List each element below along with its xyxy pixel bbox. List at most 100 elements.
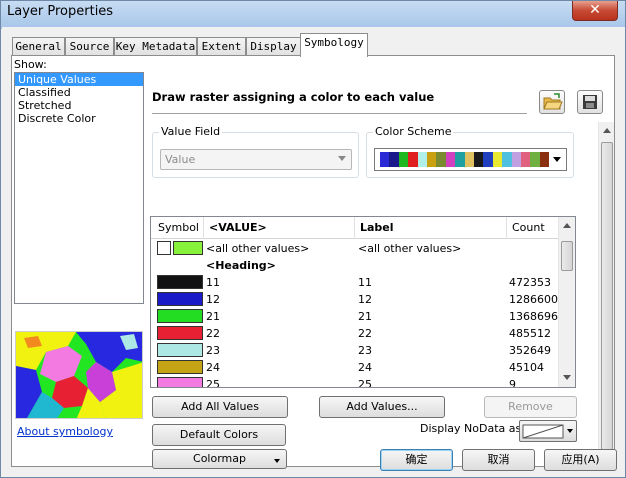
scroll-up-icon[interactable] [563, 223, 571, 228]
color-ramp-swatch [483, 152, 493, 167]
open-layer-file-button[interactable] [539, 90, 565, 114]
chevron-down-icon [338, 156, 346, 161]
value-field-group: Value Field Value [152, 125, 359, 178]
show-item-stretched[interactable]: Stretched [15, 99, 143, 112]
default-colors-button[interactable]: Default Colors [152, 424, 286, 446]
row-symbol-swatch[interactable] [157, 275, 203, 289]
color-ramp-swatch [398, 152, 409, 167]
table-row[interactable]: 12 12 1286600 [151, 291, 559, 308]
window-title: Layer Properties [7, 4, 114, 19]
header-value[interactable]: <VALUE> [209, 221, 267, 234]
nodata-label: Display NoData as [420, 422, 522, 435]
panel-scroll-thumb[interactable] [601, 142, 613, 450]
table-row[interactable]: 22 22 485512 [151, 325, 559, 342]
row-label: 12 [358, 293, 372, 306]
scroll-down-icon[interactable] [563, 375, 571, 380]
tab-source[interactable]: Source [65, 37, 114, 56]
description-divider [152, 113, 527, 114]
row-value: 25 [206, 378, 220, 388]
tab-general[interactable]: General [12, 37, 65, 56]
table-row[interactable]: 23 23 352649 [151, 342, 559, 359]
table-header: Symbol <VALUE> Label Count [151, 217, 559, 239]
row-value: 23 [206, 344, 220, 357]
row-count: 352649 [509, 344, 551, 357]
row-symbol-swatch[interactable] [157, 292, 203, 306]
ok-button[interactable]: 确定 [380, 449, 453, 471]
color-scheme-dropdown[interactable] [374, 148, 567, 171]
table-scrollbar[interactable] [558, 217, 575, 387]
dropdown-arrow-icon [274, 459, 280, 463]
show-label: Show: [14, 58, 47, 71]
value-field-dropdown[interactable]: Value [160, 149, 352, 170]
row-value: 21 [206, 310, 220, 323]
cancel-button[interactable]: 取消 [462, 449, 535, 471]
save-layer-file-button[interactable] [577, 90, 603, 114]
value-field-label: Value Field [159, 125, 223, 138]
row-symbol-swatch[interactable] [157, 377, 203, 387]
row-count: 1286600 [509, 293, 558, 306]
table-row[interactable]: 24 24 45104 [151, 359, 559, 376]
color-ramp-swatch [445, 152, 456, 167]
symbology-panel: Show: Unique Values Classified Stretched… [11, 55, 615, 469]
color-scheme-group: Color Scheme [366, 125, 574, 178]
row-count: 45104 [509, 361, 544, 374]
tab-extent[interactable]: Extent [197, 37, 246, 56]
table-row[interactable]: 25 25 9 [151, 376, 559, 388]
heading-label: <Heading> [206, 259, 276, 272]
values-table[interactable]: Symbol <VALUE> Label Count <all other va… [150, 216, 576, 388]
color-ramp-swatch [492, 152, 503, 167]
row-value: 22 [206, 327, 220, 340]
dropdown-arrow-icon [567, 429, 573, 433]
table-row[interactable]: 21 21 1368696 [151, 308, 559, 325]
show-item-unique-values[interactable]: Unique Values [15, 73, 143, 86]
panel-scrollbar[interactable] [598, 122, 614, 469]
add-values-button[interactable]: Add Values... [319, 396, 445, 418]
color-ramp-swatch [521, 152, 531, 167]
colormap-button[interactable]: Colormap [152, 449, 287, 469]
all-other-checkbox[interactable] [157, 241, 171, 255]
chevron-down-icon [553, 157, 561, 162]
color-ramp-swatch [530, 152, 540, 167]
column-divider [203, 217, 204, 239]
color-scheme-label: Color Scheme [373, 125, 454, 138]
header-count[interactable]: Count [512, 221, 545, 234]
tab-key-metadata[interactable]: Key Metadata [114, 37, 197, 56]
header-label[interactable]: Label [360, 221, 394, 234]
remove-button[interactable]: Remove [484, 396, 577, 418]
column-divider [506, 217, 507, 239]
show-item-classified[interactable]: Classified [15, 86, 143, 99]
all-other-symbol[interactable] [173, 241, 203, 255]
table-scroll-thumb[interactable] [561, 241, 573, 271]
row-count: 472353 [509, 276, 551, 289]
table-row-all-other[interactable]: <all other values> <all other values> [151, 240, 559, 257]
header-symbol[interactable]: Symbol [158, 221, 199, 234]
show-list[interactable]: Unique Values Classified Stretched Discr… [14, 72, 144, 304]
row-symbol-swatch[interactable] [157, 309, 203, 323]
close-button[interactable]: ✕ [572, 1, 618, 21]
color-ramp-swatch [511, 152, 521, 167]
row-symbol-swatch[interactable] [157, 360, 203, 374]
tab-display[interactable]: Display [246, 37, 301, 56]
open-folder-icon [543, 93, 563, 110]
scroll-up-icon[interactable] [603, 128, 611, 133]
title-bar[interactable]: Layer Properties ✕ [1, 1, 625, 27]
row-symbol-swatch[interactable] [157, 343, 203, 357]
row-label: 24 [358, 361, 372, 374]
add-all-values-button[interactable]: Add All Values [152, 396, 288, 418]
table-row[interactable]: 11 11 472353 [151, 274, 559, 291]
save-disk-icon [583, 95, 597, 109]
show-item-discrete-color[interactable]: Discrete Color [15, 112, 143, 125]
color-ramp-swatch [539, 152, 550, 167]
dialog-client: General Source Key Metadata Extent Displ… [2, 27, 625, 477]
tab-symbology[interactable]: Symbology [300, 33, 368, 57]
row-count: 9 [509, 378, 516, 388]
nodata-color-picker[interactable] [519, 420, 577, 442]
table-row-heading[interactable]: <Heading> [151, 257, 559, 274]
apply-button[interactable]: 应用(A) [544, 449, 617, 471]
about-symbology-link[interactable]: About symbology [17, 425, 113, 438]
row-value: 11 [206, 276, 220, 289]
row-symbol-swatch[interactable] [157, 326, 203, 340]
row-value: 12 [206, 293, 220, 306]
symbology-preview-image [15, 331, 143, 419]
color-ramp-swatch [408, 152, 418, 167]
